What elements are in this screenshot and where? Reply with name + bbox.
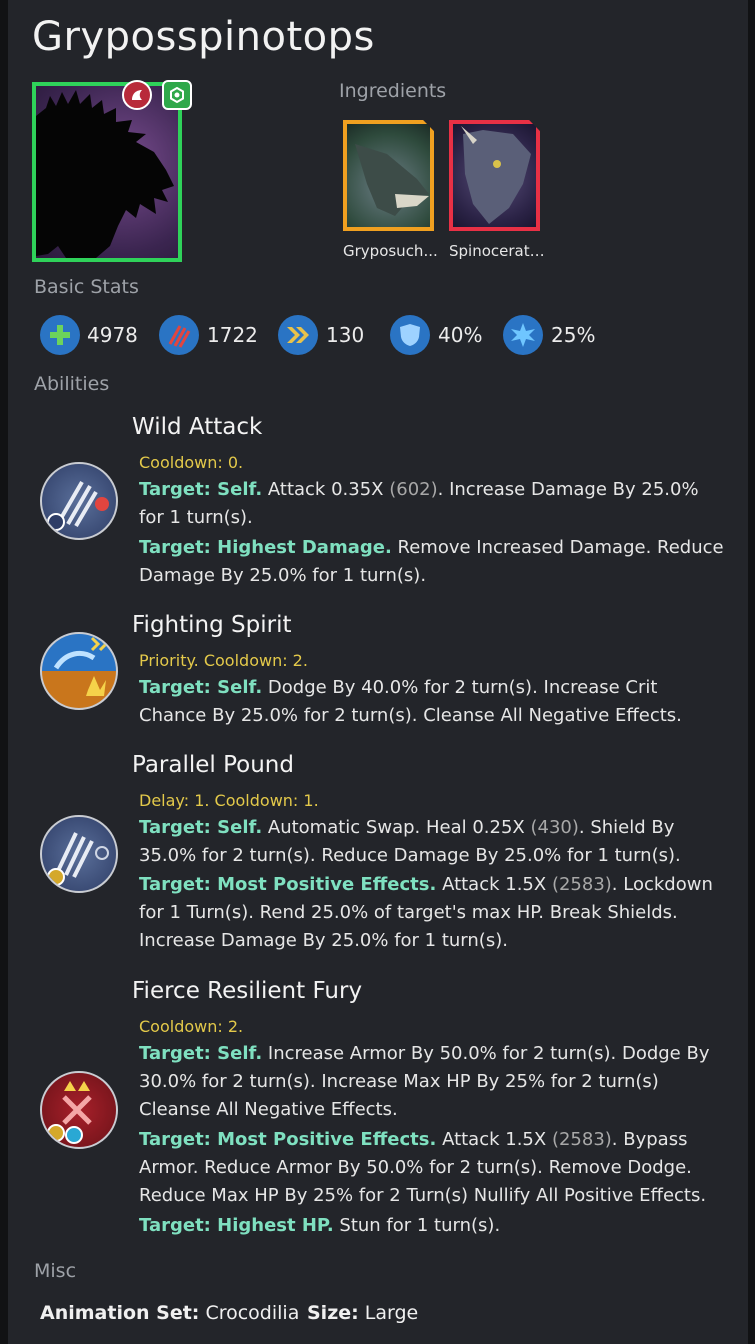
ingredient-card-gryposuchus[interactable] (343, 120, 434, 231)
stat-damage: 1722 (207, 323, 258, 347)
creature-name: Gryposspinotops (32, 14, 375, 60)
ability-target: Target: Self. (139, 479, 263, 500)
creature-silhouette (36, 90, 174, 258)
ability-effect: Attack 0.35X (262, 479, 390, 500)
ability-effect: Automatic Swap. Heal 0.25X (262, 817, 531, 838)
stat-health: 4978 (87, 323, 138, 347)
damage-icon (159, 315, 199, 355)
ability-name: Fighting Spirit (132, 612, 292, 638)
ability-meta: Cooldown: 0. (139, 453, 244, 472)
ability-name: Parallel Pound (132, 752, 294, 778)
ability-target: Target: Highest Damage. (139, 537, 392, 558)
size-label: Size: (307, 1302, 359, 1324)
ability-target: Target: Self. (139, 677, 263, 698)
ability-value: (2583) (551, 1129, 612, 1150)
creature-portrait[interactable] (32, 82, 182, 262)
speed-icon (278, 315, 318, 355)
ability-target: Target: Self. (139, 1043, 263, 1064)
ability-effect: Attack 1.5X (436, 1129, 552, 1150)
ability-name: Fierce Resilient Fury (132, 978, 363, 1004)
ability-line: Target: Self. Increase Armor By 50.0% fo… (139, 1040, 729, 1124)
ability-line: Target: Highest HP. Stun for 1 turn(s). (139, 1212, 729, 1240)
ability-meta: Cooldown: 2. (139, 1017, 244, 1036)
ability-name: Wild Attack (132, 414, 263, 440)
animation-set-value: Crocodilia (199, 1302, 300, 1324)
fighting-spirit-icon[interactable] (40, 632, 118, 710)
wild-attack-icon[interactable] (40, 462, 118, 540)
basic-stats-heading: Basic Stats (34, 276, 139, 298)
ability-line: Target: Self. Automatic Swap. Heal 0.25X… (139, 814, 729, 870)
ability-meta: Delay: 1. Cooldown: 1. (139, 791, 319, 810)
ability-line: Target: Self. Attack 0.35X (602). Increa… (139, 476, 729, 532)
health-icon (40, 315, 80, 355)
ability-value: (2583) (551, 874, 612, 895)
ability-target: Target: Highest HP. (139, 1215, 334, 1236)
ingredients-heading: Ingredients (339, 80, 447, 102)
ability-effect: Attack 1.5X (436, 874, 552, 895)
ability-line: Target: Highest Damage. Remove Increased… (139, 534, 729, 590)
ability-line: Target: Most Positive Effects. Attack 1.… (139, 871, 729, 955)
ability-target: Target: Self. (139, 817, 263, 838)
ability-effect: Stun for 1 turn(s). (333, 1215, 501, 1236)
gryposuchus-image (355, 144, 429, 216)
ability-target: Target: Most Positive Effects. (139, 1129, 437, 1150)
parallel-pound-icon[interactable] (40, 815, 118, 893)
ingredient-label-gryposuchus: Gryposuch... (343, 242, 438, 260)
ability-value: (430) (530, 817, 579, 838)
ability-value: (602) (389, 479, 438, 500)
rarity-badge-icon (122, 80, 152, 110)
stat-armor: 40% (438, 323, 483, 347)
spinoceratops-image (461, 126, 531, 224)
class-badge-icon (162, 80, 192, 110)
stat-crit: 25% (551, 323, 596, 347)
animation-set-label: Animation Set: (40, 1302, 200, 1324)
ability-line: Target: Self. Dodge By 40.0% for 2 turn(… (139, 674, 729, 730)
armor-icon (390, 315, 430, 355)
misc-heading: Misc (34, 1260, 77, 1282)
animation-set: Animation Set: Crocodilia (40, 1302, 299, 1324)
fierce-resilient-fury-icon[interactable] (40, 1071, 118, 1149)
ability-meta: Priority. Cooldown: 2. (139, 651, 308, 670)
crit-icon (503, 315, 543, 355)
size-value: Large (358, 1302, 419, 1324)
ingredient-card-spinoceratops[interactable] (449, 120, 540, 231)
ingredient-label-spinoceratops: Spinocerato... (449, 242, 549, 260)
ability-line: Target: Most Positive Effects. Attack 1.… (139, 1126, 729, 1210)
creature-size: Size: Large (307, 1302, 418, 1324)
abilities-heading: Abilities (34, 373, 110, 395)
ability-target: Target: Most Positive Effects. (139, 874, 437, 895)
stat-speed: 130 (326, 323, 365, 347)
